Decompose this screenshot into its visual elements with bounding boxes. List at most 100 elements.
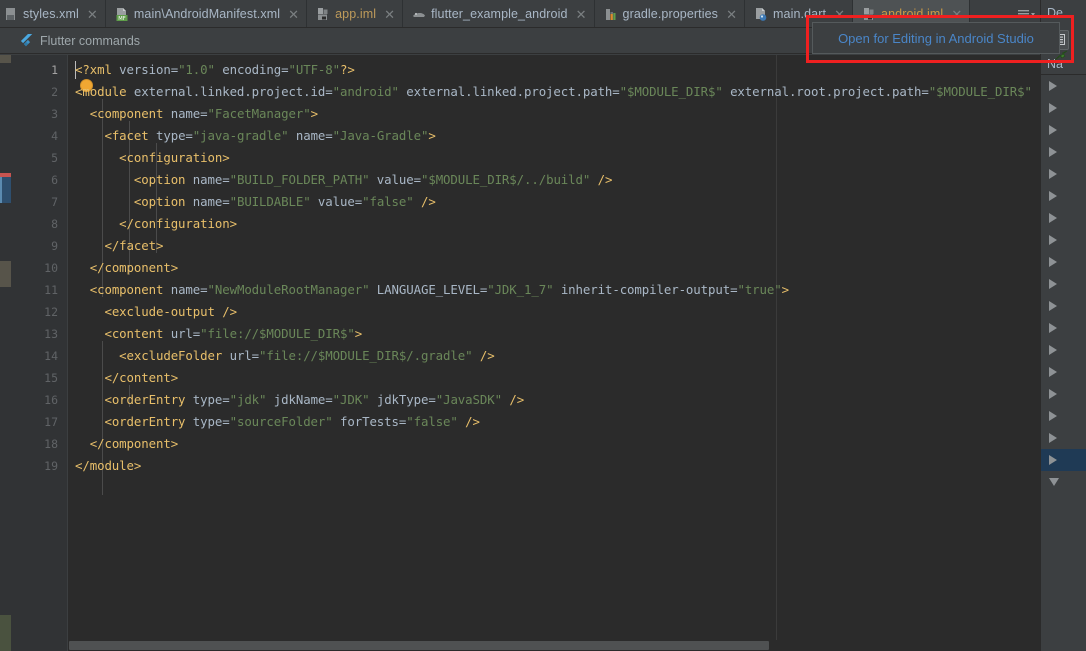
code-line: <component name="FacetManager"> [89, 106, 318, 121]
line-number: 5 [51, 151, 58, 165]
expand-triangle-icon[interactable] [1049, 323, 1057, 333]
tab-styles-xml[interactable]: styles.xml ✕ [0, 0, 106, 27]
line-number: 17 [44, 415, 58, 429]
tab-label: gradle.properties [622, 7, 719, 21]
line-number: 4 [51, 129, 58, 143]
open-for-editing-link[interactable]: Open for Editing in Android Studio [838, 31, 1034, 46]
flutter-logo-icon [20, 33, 33, 47]
expand-triangle-icon[interactable] [1049, 389, 1057, 399]
list-item[interactable] [1041, 163, 1086, 185]
line-number: 14 [44, 349, 58, 363]
tab-close-icon[interactable]: ✕ [288, 8, 299, 21]
editor-gutter[interactable]: 1 2 3 4 5 6 7 8 9 10 11 12 13 14 15 16 1… [11, 55, 68, 651]
expand-triangle-icon[interactable] [1049, 257, 1057, 267]
code-text-area[interactable]: <?xml version="1.0" encoding="UTF-8"?> <… [69, 55, 1040, 651]
expand-triangle-icon[interactable] [1049, 147, 1057, 157]
list-item[interactable] [1041, 361, 1086, 383]
tab-close-icon[interactable]: ✕ [951, 8, 962, 21]
tab-label: flutter_example_android [431, 7, 568, 21]
expand-triangle-icon[interactable] [1049, 125, 1057, 135]
list-item[interactable] [1041, 339, 1086, 361]
list-item[interactable] [1041, 75, 1086, 97]
code-line: <orderEntry type="jdk" jdkName="JDK" jdk… [104, 392, 525, 407]
code-line: </content> [104, 370, 179, 385]
line-number: 10 [44, 261, 58, 275]
change-marker [0, 55, 11, 63]
line-number: 19 [44, 459, 58, 473]
expand-triangle-icon[interactable] [1049, 103, 1057, 113]
expand-triangle-icon[interactable] [1049, 213, 1057, 223]
horizontal-scrollbar[interactable] [69, 640, 1040, 651]
list-item[interactable] [1041, 141, 1086, 163]
tab-close-icon[interactable]: ✕ [384, 8, 395, 21]
code-line: <content url="file://$MODULE_DIR$"> [104, 326, 363, 341]
device-panel: De Na [1040, 0, 1086, 651]
module-icon [413, 12, 426, 17]
list-item[interactable] [1041, 295, 1086, 317]
code-line: <module external.linked.project.id="andr… [75, 84, 1040, 99]
code-line: </component> [89, 260, 179, 275]
expand-triangle-icon[interactable] [1049, 411, 1057, 421]
line-number: 13 [44, 327, 58, 341]
horizontal-scrollbar-thumb[interactable] [69, 641, 769, 650]
code-line: <facet type="java-gradle" name="Java-Gra… [104, 128, 436, 143]
code-line: <option name="BUILD_FOLDER_PATH" value="… [133, 172, 613, 187]
open-in-android-studio-popup: Open for Editing in Android Studio [812, 22, 1060, 54]
tab-list-icon[interactable] [1016, 7, 1038, 21]
list-item[interactable] [1041, 97, 1086, 119]
list-item[interactable] [1041, 273, 1086, 295]
code-line: </component> [89, 436, 179, 451]
expand-triangle-icon[interactable] [1049, 191, 1057, 201]
xml-file-icon [6, 7, 15, 20]
iml-file-icon [318, 7, 328, 20]
expand-triangle-icon[interactable] [1049, 169, 1057, 179]
manifest-file-icon: MF [116, 7, 128, 22]
code-line: <orderEntry type="sourceFolder" forTests… [104, 414, 480, 429]
tab-label: styles.xml [23, 7, 79, 21]
expand-triangle-icon[interactable] [1049, 433, 1057, 443]
list-item[interactable] [1041, 207, 1086, 229]
right-margin-guide [776, 55, 777, 651]
list-item[interactable] [1041, 471, 1086, 493]
expand-triangle-icon[interactable] [1049, 81, 1057, 91]
line-number: 6 [51, 173, 58, 187]
expand-triangle-icon[interactable] [1049, 235, 1057, 245]
mouse-cursor-icon [1054, 50, 1068, 61]
list-item[interactable] [1041, 185, 1086, 207]
code-editor[interactable]: 1 2 3 4 5 6 7 8 9 10 11 12 13 14 15 16 1… [0, 55, 1040, 651]
list-item[interactable] [1041, 317, 1086, 339]
line-number: 3 [51, 107, 58, 121]
editor-marker-strip[interactable] [0, 55, 13, 651]
list-item[interactable] [1041, 383, 1086, 405]
list-item-selected[interactable] [1041, 449, 1086, 471]
tab-app-iml[interactable]: app.iml ✕ [307, 0, 404, 27]
tab-label: android.iml [881, 7, 944, 21]
expand-triangle-icon[interactable] [1049, 279, 1057, 289]
list-item[interactable] [1041, 427, 1086, 449]
list-item[interactable] [1041, 405, 1086, 427]
tab-androidmanifest-xml[interactable]: MF main\AndroidManifest.xml ✕ [105, 0, 308, 27]
tab-label: main.dart [773, 7, 827, 21]
device-list[interactable] [1041, 75, 1086, 651]
dart-file-icon [756, 7, 767, 21]
tab-gradle-properties[interactable]: gradle.properties ✕ [594, 0, 746, 27]
line-number: 7 [51, 195, 58, 209]
tab-close-icon[interactable]: ✕ [87, 8, 98, 21]
tab-close-icon[interactable]: ✕ [576, 8, 587, 21]
list-item[interactable] [1041, 119, 1086, 141]
line-number: 8 [51, 217, 58, 231]
line-number: 18 [44, 437, 58, 451]
collapse-triangle-icon[interactable] [1049, 478, 1059, 486]
expand-triangle-icon[interactable] [1049, 455, 1057, 465]
expand-triangle-icon[interactable] [1049, 301, 1057, 311]
expand-triangle-icon[interactable] [1049, 345, 1057, 355]
expand-triangle-icon[interactable] [1049, 367, 1057, 377]
tab-close-icon[interactable]: ✕ [834, 8, 845, 21]
flutter-commands-label: Flutter commands [40, 33, 141, 48]
tab-flutter-example-android[interactable]: flutter_example_android ✕ [403, 0, 595, 27]
tab-close-icon[interactable]: ✕ [726, 8, 737, 21]
list-item[interactable] [1041, 229, 1086, 251]
code-line: </configuration> [119, 216, 237, 231]
list-item[interactable] [1041, 251, 1086, 273]
line-number: 16 [44, 393, 58, 407]
